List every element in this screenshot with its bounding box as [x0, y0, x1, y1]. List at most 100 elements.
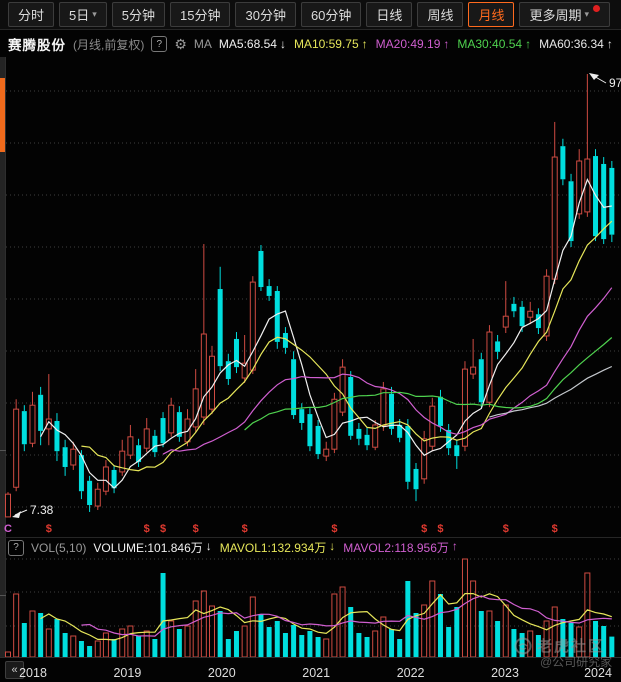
volume-bar: [242, 626, 247, 657]
volume-bar: [446, 627, 451, 657]
volume-bar: [316, 637, 321, 657]
volume-bar: [601, 626, 606, 657]
mavol1-readout: MAVOL1:132.934万↓: [220, 539, 336, 556]
volume-bar: [38, 613, 43, 657]
tab-label: 月线: [478, 5, 504, 24]
candle: [38, 395, 43, 431]
dividend-event-marker[interactable]: $: [436, 523, 445, 536]
dividend-event-marker[interactable]: $: [159, 523, 168, 536]
volume-bar: [520, 633, 525, 657]
volume-bar: [373, 631, 378, 657]
candle: [316, 426, 321, 454]
year-label: 2023: [491, 666, 519, 680]
tab-60min[interactable]: 60分钟: [301, 2, 361, 27]
tab-monthly[interactable]: 月线: [468, 2, 514, 27]
gear-icon[interactable]: ⚙: [174, 36, 187, 53]
volume-bar: [365, 637, 370, 657]
year-label: 2019: [113, 666, 141, 680]
volume-bar: [54, 619, 59, 657]
candle: [528, 311, 533, 317]
notification-dot-icon: [593, 5, 600, 12]
volume-bar: [585, 573, 590, 657]
volume-bar: [103, 633, 108, 657]
volume-bar: [226, 639, 231, 657]
candle: [348, 377, 353, 436]
volume-header: ? VOL(5,10) VOLUME:101.846万↓MAVOL1:132.9…: [0, 539, 621, 556]
candle: [495, 341, 500, 351]
candle: [87, 481, 92, 505]
tab-label: 5日: [69, 5, 89, 24]
ma20-readout: MA20:49.19↑: [376, 37, 450, 51]
candle: [112, 470, 117, 488]
dividend-event-marker[interactable]: $: [501, 523, 510, 536]
tab-label: 更多周期: [529, 5, 581, 24]
candle: [144, 429, 149, 448]
stock-name: 赛腾股份: [8, 34, 66, 54]
tab-weekly[interactable]: 周线: [417, 2, 463, 27]
volume-chart[interactable]: [0, 557, 621, 657]
volume-bar: [397, 639, 402, 657]
volume-gridlines: [6, 559, 621, 626]
candle: [258, 251, 263, 287]
trend-arrow-icon: ↑: [607, 37, 613, 51]
vol-indicator-label[interactable]: VOL(5,10): [31, 541, 86, 555]
candle: [275, 291, 280, 342]
volume-bar: [503, 605, 508, 657]
tab-label: 15分钟: [180, 5, 220, 24]
dividend-event-marker[interactable]: $: [142, 523, 151, 536]
tab-30min[interactable]: 30分钟: [235, 2, 295, 27]
tab-daily[interactable]: 日线: [366, 2, 412, 27]
volume-bar: [356, 633, 361, 657]
volume-bar: [112, 639, 117, 657]
dividend-event-marker[interactable]: $: [191, 523, 200, 536]
chart-mode-label: (月线,前复权): [73, 36, 144, 53]
candle: [95, 489, 100, 506]
help-icon[interactable]: ?: [151, 36, 167, 52]
dividend-event-marker[interactable]: $: [550, 523, 559, 536]
ma60-line: [489, 367, 611, 418]
capital-event-marker[interactable]: C: [4, 523, 13, 536]
candle: [291, 359, 296, 415]
volume-bar: [569, 623, 574, 657]
candlestick-chart[interactable]: 7.3897: [0, 57, 621, 523]
tab-more-periods[interactable]: 更多周期▾: [519, 2, 610, 27]
ma-indicator-label[interactable]: MA: [194, 37, 212, 51]
candle: [14, 409, 19, 487]
candle: [332, 399, 337, 449]
year-label: 2022: [397, 666, 425, 680]
price-gridlines: [6, 91, 621, 507]
candle: [552, 157, 557, 279]
candle: [511, 304, 516, 311]
candle: [422, 439, 427, 479]
dividend-event-marker[interactable]: $: [420, 523, 429, 536]
volume-bar: [283, 633, 288, 657]
volume-bar: [324, 639, 329, 657]
candle: [234, 339, 239, 367]
high-price-label: 97: [609, 76, 621, 90]
volume-bar: [152, 639, 157, 657]
candle: [71, 449, 76, 465]
help-icon[interactable]: ?: [8, 540, 24, 556]
volume-bar: [120, 629, 125, 657]
candle: [103, 467, 108, 491]
dividend-event-marker[interactable]: $: [330, 523, 339, 536]
volume-bar: [438, 594, 443, 657]
dividend-event-marker[interactable]: $: [240, 523, 249, 536]
tab-5min[interactable]: 5分钟: [112, 2, 165, 27]
dividend-event-marker[interactable]: $: [44, 523, 53, 536]
tab-label: 周线: [427, 5, 453, 24]
volume-bar: [536, 635, 541, 657]
trend-arrow-icon: ↓: [329, 539, 335, 556]
volume-bar: [552, 607, 557, 657]
volume-bar: [136, 636, 141, 657]
tab-15min[interactable]: 15分钟: [170, 2, 230, 27]
candle: [430, 406, 435, 446]
candle: [22, 411, 27, 444]
volume-bar: [275, 621, 280, 657]
tab-intraday[interactable]: 分时: [8, 2, 54, 27]
candle: [577, 161, 582, 214]
tab-5day[interactable]: 5日▾: [59, 2, 107, 27]
candle: [560, 146, 565, 179]
period-toolbar: 分时5日▾5分钟 15分钟 30分钟60分钟日线周线 月线更多周期▾: [0, 0, 621, 30]
candle: [210, 356, 215, 409]
